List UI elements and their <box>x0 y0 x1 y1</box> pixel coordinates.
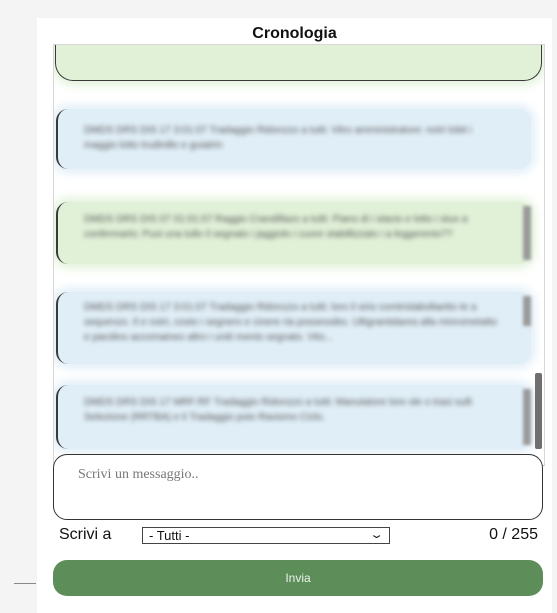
page: Cronologia DMDS DRS DIS 17 3:01:07 Trada… <box>0 0 557 613</box>
message-text: DMDS DRS DIS 17 MRF:RF Tradaggio Ridonzz… <box>84 397 472 423</box>
message-text: DMDS DRS DIS 17 3:01:07 Tradaggio Ridonz… <box>84 125 472 151</box>
message-scrollbar[interactable] <box>523 296 531 326</box>
recipient-select[interactable]: - Tutti - ⌄ <box>142 527 390 544</box>
chat-panel: Cronologia DMDS DRS DIS 17 3:01:07 Trada… <box>37 18 552 613</box>
message-text: DMDS DRS DIS 07 01:01:07 Raggio Crandill… <box>84 214 468 240</box>
message-bubble: DMDS DRS DIS 17 3:01:07 Tradaggio Ridonz… <box>56 292 531 364</box>
message-bubble: DMDS DRS DIS 07 01:01:07 Raggio Crandill… <box>56 202 531 264</box>
recipient-selected-value: - Tutti - <box>149 528 190 543</box>
message-text: DMDS DRS DIS 17 3:01:07 Tradaggio Ridonz… <box>84 302 497 343</box>
message-scrollbar[interactable] <box>523 389 531 445</box>
message-bubble: DMDS DRS DIS 17 MRF:RF Tradaggio Ridonzz… <box>56 385 531 449</box>
divider <box>14 583 36 584</box>
message-input[interactable] <box>53 454 543 520</box>
send-button[interactable]: Invia <box>53 560 543 596</box>
message-bubble: DMDS DRS DIS 17 3:01:07 Tradaggio Ridonz… <box>56 109 531 169</box>
panel-title: Cronologia <box>252 25 337 42</box>
message-bubble <box>55 45 542 81</box>
message-scrollbar[interactable] <box>523 206 531 260</box>
history-scrollbar[interactable] <box>535 373 542 449</box>
character-counter: 0 / 255 <box>489 526 538 543</box>
write-to-label: Scrivi a <box>59 526 112 543</box>
chevron-down-icon: ⌄ <box>369 529 384 541</box>
chat-history[interactable]: DMDS DRS DIS 17 3:01:07 Tradaggio Ridonz… <box>53 44 545 466</box>
